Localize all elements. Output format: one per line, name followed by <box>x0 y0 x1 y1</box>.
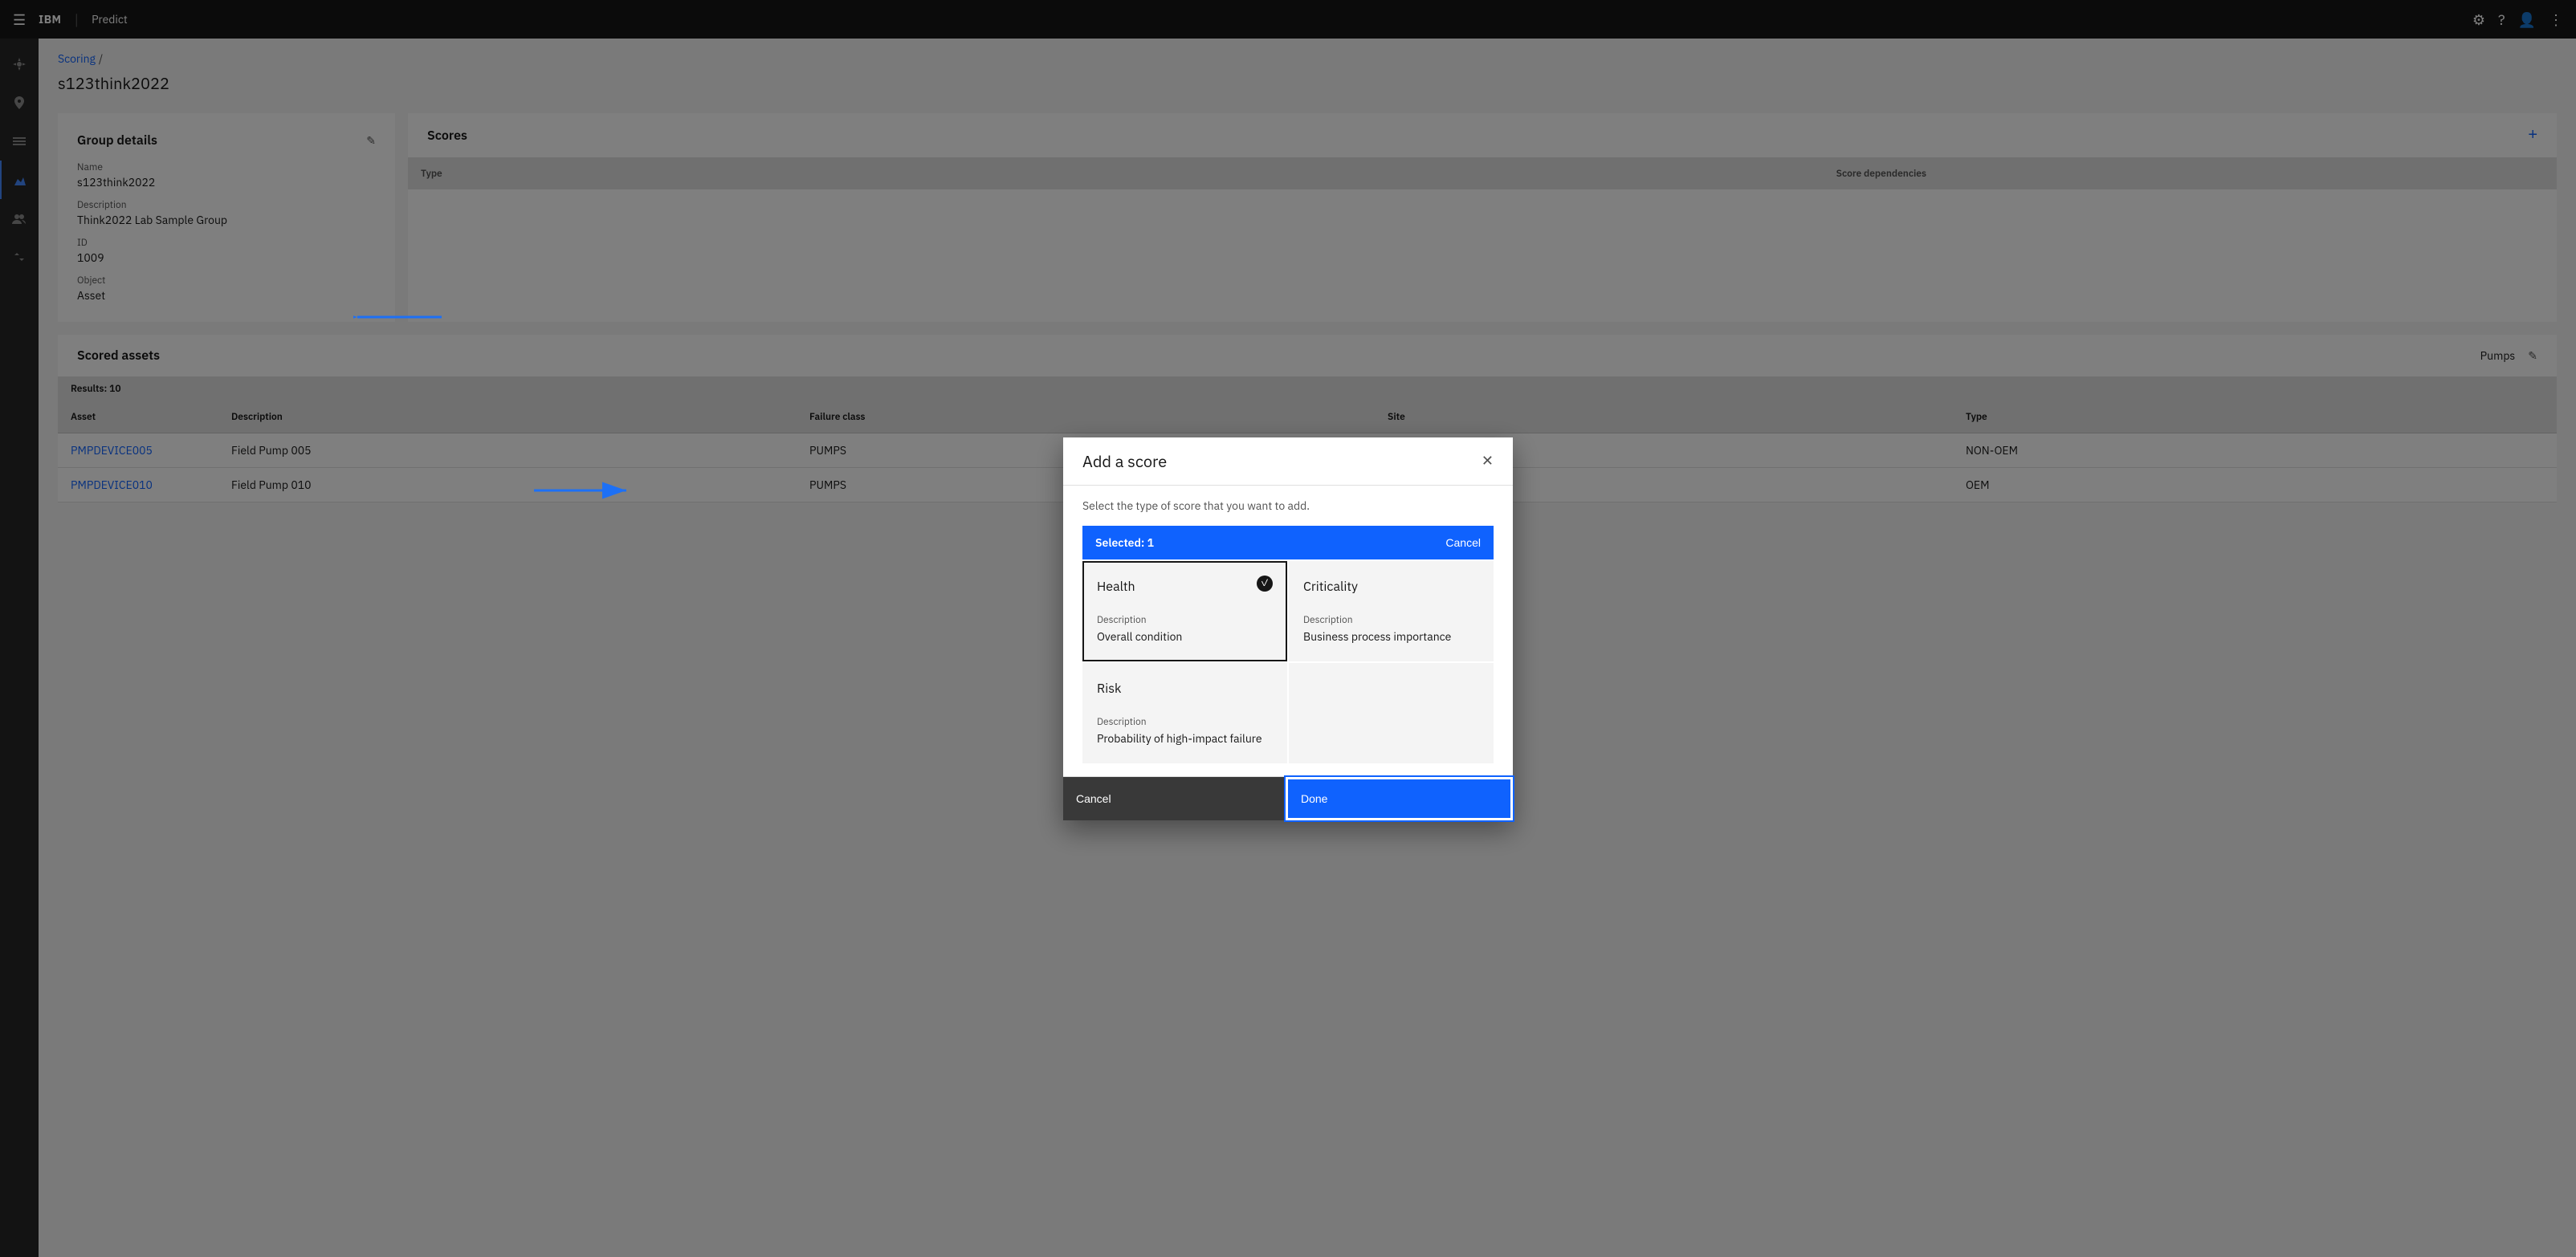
modal-subtitle: Select the type of score that you want t… <box>1082 498 1494 513</box>
health-option-name: Health <box>1097 579 1273 595</box>
selection-text: Selected: 1 <box>1095 535 1154 550</box>
modal-body: Select the type of score that you want t… <box>1063 486 1513 776</box>
modal-overlay: Add a score ✕ Select the type of score t… <box>0 0 2576 1257</box>
add-score-modal: Add a score ✕ Select the type of score t… <box>1063 437 1513 820</box>
modal-done-button[interactable]: Done <box>1286 777 1513 820</box>
modal-close-button[interactable]: ✕ <box>1482 453 1494 470</box>
criticality-desc-value: Business process importance <box>1303 629 1479 644</box>
risk-option-name: Risk <box>1097 681 1273 697</box>
health-check-icon: ✓ <box>1257 576 1273 592</box>
modal-footer: Cancel Done <box>1063 776 1513 820</box>
criticality-desc-label: Description <box>1303 614 1479 626</box>
score-option-health[interactable]: Health ✓ Description Overall condition <box>1082 561 1287 661</box>
score-option-risk[interactable]: Risk Description Probability of high-imp… <box>1082 663 1287 763</box>
selection-bar: Selected: 1 Cancel <box>1082 526 1494 559</box>
risk-desc-label: Description <box>1097 716 1273 728</box>
score-option-criticality[interactable]: Criticality Description Business process… <box>1289 561 1494 661</box>
criticality-option-name: Criticality <box>1303 579 1479 595</box>
score-options-grid: Health ✓ Description Overall condition C… <box>1082 561 1494 763</box>
health-desc-label: Description <box>1097 614 1273 626</box>
risk-desc-value: Probability of high-impact failure <box>1097 731 1273 746</box>
modal-title: Add a score <box>1082 450 1167 472</box>
modal-cancel-button[interactable]: Cancel <box>1063 777 1286 820</box>
score-option-empty <box>1289 663 1494 763</box>
modal-header: Add a score ✕ <box>1063 437 1513 486</box>
health-desc-value: Overall condition <box>1097 629 1273 644</box>
main-content: Scoring / s123think2022 Group details ✎ … <box>39 39 2576 1257</box>
arrow-bottom <box>530 478 634 502</box>
arrow-left <box>353 305 450 329</box>
selection-cancel-button[interactable]: Cancel <box>1445 536 1481 549</box>
